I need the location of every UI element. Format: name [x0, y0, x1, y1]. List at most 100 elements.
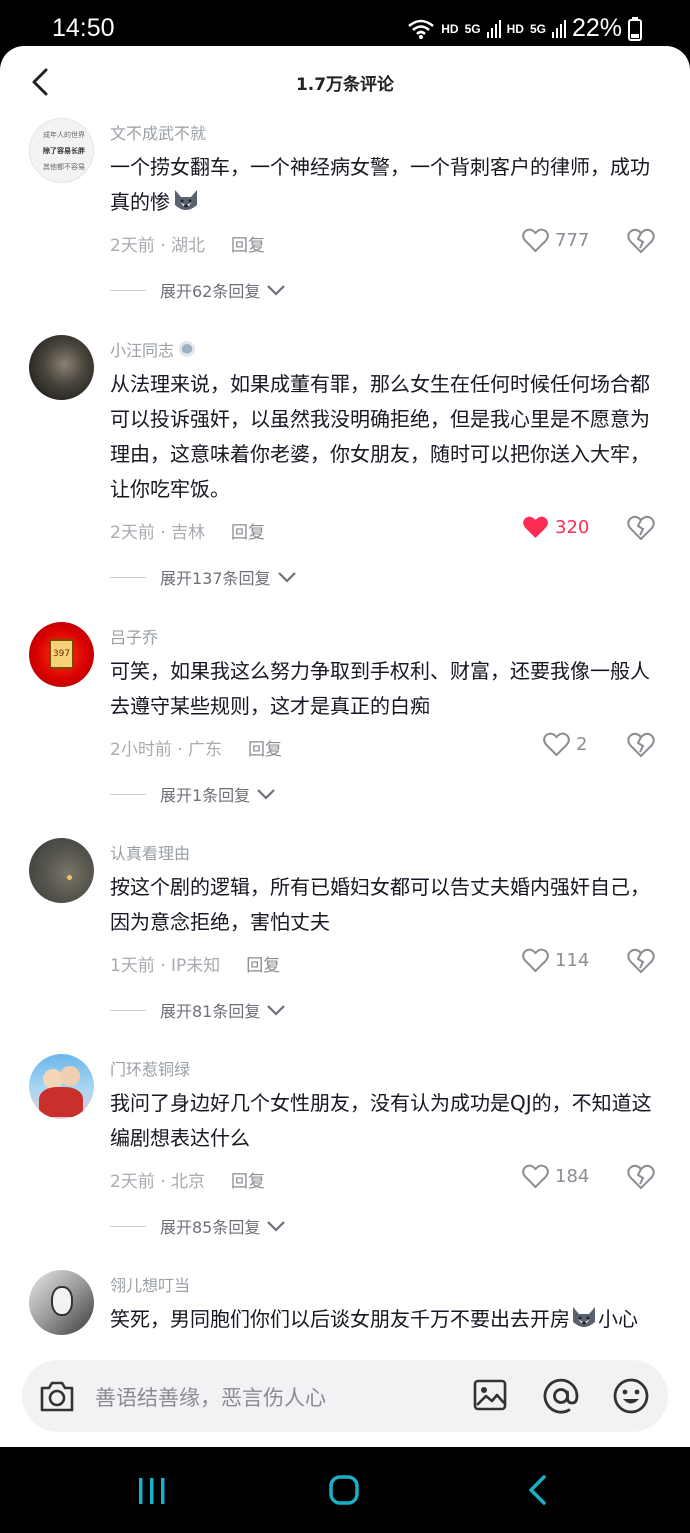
battery-icon	[628, 16, 642, 41]
username[interactable]: 门环惹铜绿	[110, 1056, 190, 1080]
expand-replies[interactable]: 展开1条回复	[110, 782, 276, 806]
comment-text: 按这个剧的逻辑，所有已婚妇女都可以告丈夫婚内强奸自己，因为意念拒绝，害怕丈夫	[110, 875, 650, 934]
avatar[interactable]	[29, 335, 94, 400]
hd-indicator-1: HD	[441, 21, 459, 36]
username[interactable]: 认真看理由	[110, 840, 190, 864]
avatar[interactable]: 成年人的世界 除了容易长胖 其他都不容易	[29, 118, 94, 183]
dislike-icon[interactable]	[627, 732, 655, 758]
image-icon[interactable]	[472, 1377, 508, 1413]
heart-icon	[522, 228, 549, 253]
expand-replies[interactable]: 展开85条回复	[110, 1214, 286, 1238]
time-location: 2天前 · 北京	[110, 1172, 206, 1192]
time-location: 2天前 · 吉林	[110, 523, 206, 543]
like-button[interactable]: 320	[522, 515, 589, 540]
avatar-text-2: 除了容易长胖	[43, 147, 85, 155]
chevron-down-icon	[267, 285, 286, 296]
dislike-icon[interactable]	[627, 515, 655, 541]
network-5g-2: 5G	[529, 21, 546, 36]
like-button[interactable]: 114	[522, 948, 589, 973]
chevron-down-icon	[257, 789, 275, 800]
hd-indicator-2: HD	[506, 21, 524, 36]
comment-input-bar[interactable]: 善语结善缘，恶言伤人心	[22, 1360, 668, 1432]
expand-replies[interactable]: 展开62条回复	[110, 278, 286, 302]
badge-icon	[179, 341, 196, 357]
comment-meta: 2天前 · 吉林 回复	[110, 518, 265, 543]
reply-button[interactable]: 回复	[231, 523, 265, 543]
heart-icon	[543, 732, 570, 757]
comment-meta: 2小时前 · 广东 回复	[110, 735, 282, 760]
expand-replies[interactable]: 展开137条回复	[110, 565, 297, 589]
husky-emoji	[175, 190, 197, 210]
comment-text-body: 笑死，男同胞们你们以后谈女朋友千万不要出去开房	[110, 1307, 570, 1331]
heart-filled-icon	[523, 516, 548, 538]
comment-meta: 1天前 · IP未知 回复	[110, 951, 280, 976]
avatar[interactable]	[29, 838, 94, 903]
avatar[interactable]	[29, 1054, 94, 1119]
home-icon[interactable]	[328, 1474, 360, 1506]
expand-replies-label: 展开81条回复	[160, 1002, 261, 1021]
time-location: 1天前 · IP未知	[110, 956, 221, 976]
camera-icon[interactable]	[38, 1378, 76, 1414]
system-nav-bar	[0, 1447, 690, 1533]
like-count: 2	[576, 734, 588, 755]
comment-meta: 2天前 · 湖北 回复	[110, 231, 265, 256]
at-icon[interactable]	[542, 1377, 580, 1415]
dislike-icon[interactable]	[627, 948, 655, 974]
avatar-text-3: 其他都不容易	[43, 163, 85, 171]
expand-replies[interactable]: 展开81条回复	[110, 998, 286, 1022]
signal-icon-1	[486, 19, 501, 38]
reply-button[interactable]: 回复	[248, 740, 282, 760]
like-button[interactable]: 777	[522, 228, 589, 253]
emoji-icon[interactable]	[612, 1377, 650, 1415]
wifi-icon	[408, 19, 435, 39]
time-location: 2小时前 · 广东	[110, 740, 223, 760]
husky-emoji	[573, 1307, 595, 1327]
username[interactable]: 小汪同志	[110, 337, 197, 361]
like-button[interactable]: 184	[522, 1164, 589, 1189]
expand-replies-label: 展开62条回复	[160, 282, 261, 301]
time-location: 2天前 · 湖北	[110, 236, 206, 256]
chevron-down-icon	[267, 1221, 286, 1232]
like-count: 114	[555, 950, 590, 971]
signal-icon-2	[551, 19, 566, 38]
reply-button[interactable]: 回复	[231, 1172, 265, 1192]
chevron-down-icon	[277, 572, 296, 583]
comments-header: 1.7万条评论	[0, 46, 690, 118]
comment-count-title: 1.7万条评论	[295, 75, 395, 95]
expand-replies-label: 展开85条回复	[160, 1218, 261, 1237]
username[interactable]: 文不成武不就	[110, 120, 206, 144]
username[interactable]: 翎儿想叮当	[110, 1272, 190, 1296]
expand-replies-label: 展开137条回复	[160, 569, 271, 588]
avatar[interactable]	[29, 1270, 94, 1335]
back-icon[interactable]	[526, 1474, 548, 1506]
dislike-icon[interactable]	[627, 1164, 655, 1190]
expand-replies-label: 展开1条回复	[160, 786, 251, 805]
network-5g-1: 5G	[464, 21, 481, 36]
dislike-icon[interactable]	[627, 228, 655, 254]
comment-text-tail: 小心	[598, 1307, 638, 1331]
status-time: 14:50	[52, 14, 115, 42]
recent-apps-icon[interactable]	[137, 1476, 167, 1506]
avatar-text: 397	[49, 639, 74, 669]
avatar[interactable]: 397	[29, 622, 94, 687]
username[interactable]: 吕子乔	[110, 624, 158, 648]
like-count: 777	[555, 230, 590, 251]
status-icons: HD 5G HD 5G 22%	[407, 14, 642, 43]
heart-icon	[522, 1164, 549, 1189]
reply-button[interactable]: 回复	[231, 236, 265, 256]
comment-text: 一个捞女翻车，一个神经病女警，一个背刺客户的律师，成功真的惨	[110, 150, 658, 220]
comment-text: 我问了身边好几个女性朋友，没有认为成功是QJ的，不知道这编剧想表达什么	[110, 1091, 652, 1150]
like-count: 320	[555, 517, 590, 538]
comment-text: 可笑，如果我这么努力争取到手权利、财富，还要我像一般人去遵守某些规则，这才是真正…	[110, 659, 650, 718]
like-count: 184	[555, 1166, 590, 1187]
comments-sheet: 1.7万条评论 成年人的世界 除了容易长胖 其他都不容易 文不成武不就 一个捞女…	[0, 46, 690, 1447]
like-button[interactable]: 2	[543, 732, 587, 757]
reply-button[interactable]: 回复	[246, 956, 280, 976]
chevron-down-icon	[267, 1005, 286, 1016]
avatar-text-1: 成年人的世界	[43, 131, 85, 139]
battery-percent: 22%	[571, 14, 622, 42]
comment-list[interactable]: 成年人的世界 除了容易长胖 其他都不容易 文不成武不就 一个捞女翻车，一个神经病…	[0, 118, 690, 1346]
comment-meta: 2天前 · 北京 回复	[110, 1167, 265, 1192]
comment-input-placeholder[interactable]: 善语结善缘，恶言伤人心	[95, 1382, 326, 1412]
heart-icon	[522, 948, 549, 973]
